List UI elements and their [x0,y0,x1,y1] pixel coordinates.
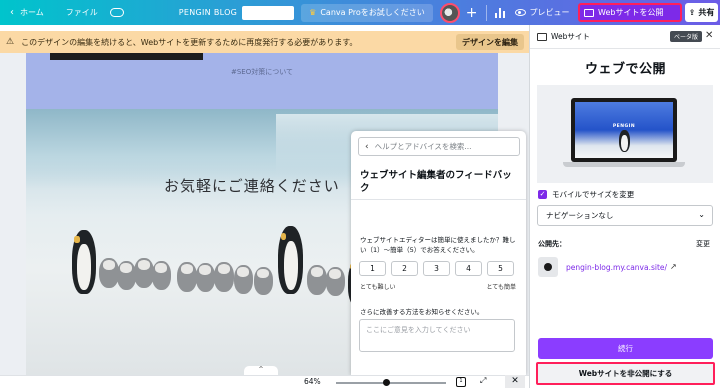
publish-website-button[interactable]: Webサイトを公開 [578,3,682,22]
crown-icon: ♛ [309,8,317,17]
upload-icon: ⇪ [688,8,696,17]
penguin [72,230,96,294]
improve-label: さらに改善する方法をお知らせください。 [360,308,484,316]
penguin-chick [134,258,154,288]
penguin [619,130,630,152]
show-pages-toggle[interactable]: ^ [244,366,278,375]
divider [485,4,487,21]
chevron-left-icon[interactable]: ‹ [365,142,369,152]
chevron-left-icon: ‹ [10,7,14,18]
title-input[interactable] [242,5,295,20]
home-button[interactable]: ‹ ホーム [4,0,50,25]
canva-pro-button[interactable]: ♛ Canva Proをお試しください [301,3,433,22]
rating-button-1[interactable]: 1 [359,261,386,276]
scale-low-label: とても難しい [360,284,396,291]
help-feedback-panel: ‹ ヘルプとアドバイスを検索... ウェブサイト編集者のフィードバック ウェブサ… [351,131,526,375]
penguin-chick [196,263,215,292]
laptop-base [563,162,685,167]
rating-button-2[interactable]: 2 [391,261,418,276]
scale-high-label: とても簡単 [486,284,516,291]
band-bar [50,53,203,60]
pro-label: Canva Proをお試しください [320,8,425,17]
file-label: ファイル [65,8,98,17]
website-icon [537,32,547,41]
website-preview-thumbnail: PENGIN [537,85,713,183]
close-icon[interactable]: ✕ [505,375,525,388]
penguin-chick [152,261,171,290]
close-icon[interactable]: ✕ [705,30,713,41]
publish-label: Webサイトを公開 [598,8,664,17]
edit-design-button[interactable]: デザインを編集 [456,34,524,50]
chevron-down-icon: ⌄ [698,210,705,219]
add-member-icon[interactable]: + [466,5,478,21]
website-publish-panel: Webサイト ベータ版 ✕ ウェブで公開 PENGIN ✓ モバイルでサイズを変… [529,25,720,388]
thumb-text: PENGIN [612,124,636,129]
panel-header-label: Webサイト [551,32,590,41]
warning-message: このデザインの編集を続けると、Webサイトを更新するために再度発行する必要があり… [21,37,358,47]
publish-to-label: 公開先： [538,240,566,248]
contact-heading: お気軽にご連絡ください [164,177,340,195]
rating-scale: 1 2 3 4 5 [359,261,514,276]
cloud-save-icon[interactable] [109,8,124,17]
fullscreen-icon[interactable]: ⤢ [480,376,486,386]
laptop-mockup: PENGIN [571,98,677,162]
penguin [278,226,303,294]
header-band: #SEO対策について [26,53,498,109]
share-button[interactable]: ⇪ 共有 [685,3,718,22]
mobile-resize-label: モバイルでサイズを変更 [552,190,635,199]
external-link-icon[interactable]: ↗ [670,262,677,271]
penguin-chick [99,258,119,288]
penguin-chick [307,265,327,295]
warning-banner: ⚠ このデザインの編集を続けると、Webサイトを更新するために再度発行する必要が… [0,31,529,53]
home-label: ホーム [20,8,44,17]
preview-label: プレビュー [529,8,570,17]
zoom-slider-handle[interactable] [383,379,390,386]
warning-icon: ⚠ [6,37,15,47]
band-text: #SEO対策について [230,68,294,76]
search-placeholder: ヘルプとアドバイスを検索... [374,142,472,151]
checkbox-checked-icon[interactable]: ✓ [538,190,547,199]
blog-title[interactable]: PENGIN BLOG [179,8,237,17]
page-count-icon[interactable]: 1 [456,377,466,387]
preview-button[interactable]: プレビュー [514,7,570,18]
help-search-input[interactable]: ‹ ヘルプとアドバイスを検索... [358,137,520,156]
rating-button-4[interactable]: 4 [455,261,482,276]
site-url-link[interactable]: pengin-blog.my.canva.site/ [566,263,667,272]
analytics-icon[interactable] [494,7,505,18]
penguin-chick [214,262,234,292]
unpublish-website-button[interactable]: Webサイトを非公開にする [536,362,715,385]
feedback-title: ウェブサイト編集者のフィードバック [360,170,512,194]
bottom-bar [0,375,529,388]
share-label: 共有 [698,8,715,17]
site-favicon [538,257,558,277]
beta-badge: ベータ版 [670,31,703,42]
file-menu[interactable]: ファイル [60,0,104,25]
penguin-chick [326,267,345,296]
zoom-slider[interactable] [336,382,446,384]
zoom-level[interactable]: 64% [304,377,321,386]
panel-title: ウェブで公開 [584,62,666,77]
rating-button-3[interactable]: 3 [423,261,450,276]
penguin-chick [254,267,273,295]
change-link[interactable]: 変更 [696,239,710,249]
avatar[interactable] [439,2,460,23]
navigation-select[interactable]: ナビゲーションなし ⌄ [537,205,713,226]
penguin-chick [234,265,253,294]
laptop-screen: PENGIN [575,102,673,158]
divider [351,199,526,200]
rating-button-5[interactable]: 5 [487,261,514,276]
continue-button[interactable]: 続行 [538,338,713,359]
navigation-select-value: ナビゲーションなし [546,211,614,220]
feedback-question: ウェブサイトエディターは簡単に使えましたか？難しい（1）～簡単（5）でお答えくだ… [360,236,516,254]
penguin-chick [177,262,197,292]
mobile-resize-option[interactable]: ✓ モバイルでサイズを変更 [538,189,634,200]
eye-icon [514,9,526,16]
feedback-textarea[interactable]: ここにご意見を入力してください [359,319,515,352]
website-icon [584,8,594,17]
